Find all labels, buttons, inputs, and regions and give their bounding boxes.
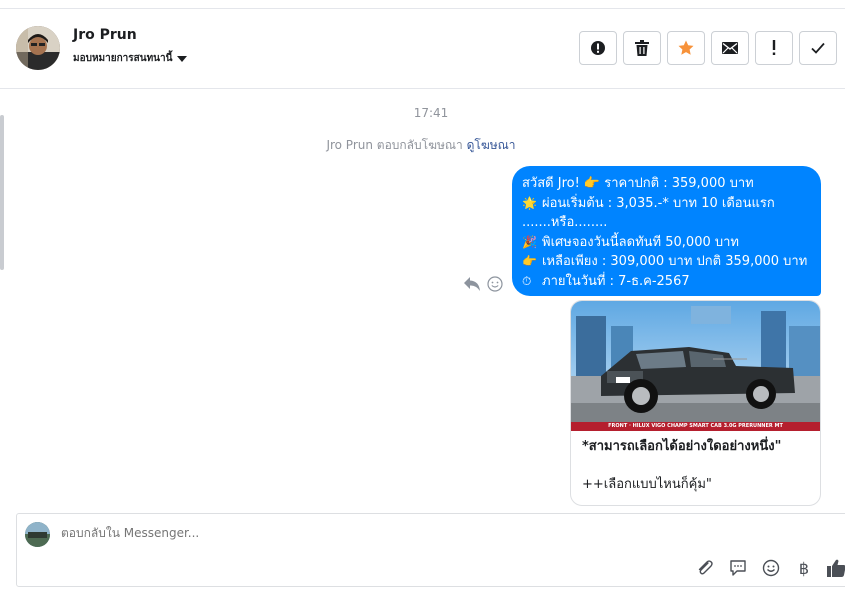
paperclip-icon <box>698 560 713 575</box>
party-icon: 🎉 <box>522 234 537 249</box>
emoji-button[interactable] <box>761 558 781 578</box>
reply-icon[interactable] <box>463 276 481 296</box>
contact-name[interactable]: Jro Prun <box>73 27 137 43</box>
avatar[interactable] <box>16 26 60 70</box>
baht-icon: ฿ <box>798 558 810 578</box>
page-avatar <box>25 522 50 547</box>
thumbs-up-icon <box>827 559 845 577</box>
message-bubble[interactable]: สวัสดี Jro! 👉 ราคาปกติ : 359,000 บาท 🌟 ผ่… <box>512 166 821 296</box>
chat-bubble-icon <box>730 560 746 576</box>
message-line: 👉 เหลือเพียง : 309,000 บาท ปกติ 359,000 บ… <box>522 252 811 272</box>
message-line: สวัสดี Jro! 👉 ราคาปกติ : 359,000 บาท <box>522 176 754 191</box>
message-line: ⏱ ภายในวันที่ : 7-ธ.ค-2567 <box>522 272 811 292</box>
pointing-hand-icon: 👉 <box>522 254 537 268</box>
reply-input[interactable] <box>61 526 561 540</box>
attach-button[interactable] <box>695 558 715 578</box>
trash-icon <box>635 40 649 56</box>
ad-card[interactable]: FRONT · HILUX VIGO CHAMP SMART CAB 3.0G … <box>570 300 821 506</box>
stopwatch-icon: ⏱ <box>522 273 532 288</box>
conversation-header: Jro Prun มอบหมายการสนทนานี้ <box>0 9 845 89</box>
exclamation-icon <box>772 40 776 55</box>
envelope-icon <box>722 42 738 54</box>
truck-image[interactable]: FRONT · HILUX VIGO CHAMP SMART CAB 3.0G … <box>571 301 820 431</box>
saved-replies-button[interactable] <box>728 558 748 578</box>
conversation-toolbar <box>579 31 837 65</box>
message-timestamp: 17:41 <box>413 106 449 120</box>
card-title: *สามารถเลือกได้อย่างใดอย่างหนึ่ง" <box>582 439 782 454</box>
mark-unread-button[interactable] <box>711 31 749 65</box>
mark-done-button[interactable] <box>799 31 837 65</box>
reply-composer: ฿ <box>16 513 845 587</box>
message-line: .......หรือ........ <box>522 215 608 230</box>
assign-conversation-dropdown[interactable]: มอบหมายการสนทนานี้ <box>73 51 188 66</box>
delete-button[interactable] <box>623 31 661 65</box>
message-actions <box>463 276 503 296</box>
composer-toolbar: ฿ <box>695 558 845 578</box>
follow-up-button[interactable] <box>755 31 793 65</box>
spam-icon <box>591 41 605 55</box>
message-line: 🎉 พิเศษจองวันนี้ลดทันที 50,000 บาท <box>522 233 811 253</box>
smiley-icon <box>762 559 780 577</box>
mark-spam-button[interactable] <box>579 31 617 65</box>
card-subtitle: ++เลือกแบบไหนก็คุ้ม" <box>582 477 712 492</box>
like-button[interactable] <box>827 558 845 578</box>
assign-label: มอบหมายการสนทนานี้ <box>73 53 173 64</box>
sun-icon: 🌟 <box>522 195 537 210</box>
image-caption-strip: FRONT · HILUX VIGO CHAMP SMART CAB 3.0G … <box>571 422 820 431</box>
ad-reply-note: Jro Prun ตอบกลับโฆษณา ดูโฆษณา <box>0 136 842 155</box>
star-icon <box>678 40 694 55</box>
view-ad-link[interactable]: ดูโฆษณา <box>467 138 516 152</box>
ad-reply-text: Jro Prun ตอบกลับโฆษณา <box>326 138 463 152</box>
star-button[interactable] <box>667 31 705 65</box>
chevron-down-icon <box>177 55 188 62</box>
check-icon <box>811 42 825 54</box>
payment-button[interactable]: ฿ <box>794 558 814 578</box>
message-line: 🌟 ผ่อนเริ่มต้น : 3,035.-* บาท 10 เดือนแรก <box>522 194 811 214</box>
emoji-reaction-icon[interactable] <box>487 276 503 296</box>
